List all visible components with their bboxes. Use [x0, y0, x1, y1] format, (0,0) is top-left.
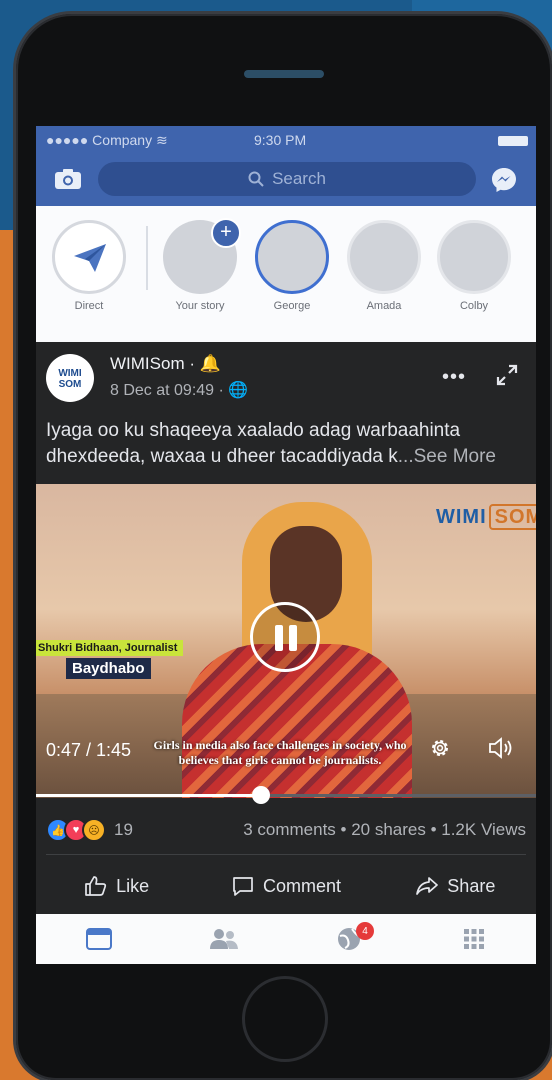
share-label: Share — [447, 875, 496, 896]
video-name-caption: Shukri Bidhaan, Journalist — [36, 640, 184, 656]
expand-icon[interactable] — [496, 364, 518, 386]
post-timestamp[interactable]: 8 Dec at 09:49 · 🌐 — [110, 380, 248, 400]
video-scrubber-handle[interactable] — [251, 786, 270, 804]
facebook-header: ●●●●● Company ≋ 9:30 PM Search — [36, 126, 536, 206]
story-label: Direct — [74, 300, 104, 312]
messenger-icon[interactable] — [490, 166, 518, 194]
comment-button[interactable]: Comment — [201, 860, 370, 912]
reactions-summary[interactable]: 👍 ♥ ☹ 19 — [46, 818, 133, 842]
search-input[interactable]: Search — [98, 162, 476, 196]
comment-label: Comment — [262, 875, 341, 896]
news-feed-icon — [85, 928, 112, 950]
story-label: George — [273, 300, 311, 312]
carrier-label: ●●●●● Company ≋ — [46, 132, 168, 148]
phone-speaker — [244, 70, 324, 78]
avatar[interactable]: WIMI SOM — [46, 354, 94, 402]
comment-icon — [233, 877, 253, 896]
paper-plane-icon — [74, 244, 106, 272]
story-amada[interactable]: Amada — [344, 220, 424, 312]
bottom-nav: 4 — [36, 914, 536, 964]
nav-menu[interactable] — [411, 914, 536, 964]
post-stats[interactable]: 3 comments • 20 shares • 1.2K Views — [243, 820, 526, 840]
sad-reaction-icon: ☹ — [82, 818, 106, 842]
phone-screen: ●●●●● Company ≋ 9:30 PM Search Direct + … — [36, 126, 536, 964]
story-your-story[interactable]: + Your story — [160, 218, 241, 312]
like-label: Like — [116, 875, 150, 896]
post-divider — [46, 854, 526, 855]
clock: 9:30 PM — [254, 132, 307, 148]
search-icon — [248, 171, 264, 187]
see-more-link[interactable]: ...See More — [398, 446, 496, 467]
nav-news-feed[interactable] — [36, 914, 161, 964]
thumbs-up-icon — [85, 876, 107, 896]
friends-icon — [209, 929, 238, 949]
video-subtitle: Girls in media also face challenges in s… — [153, 738, 407, 767]
volume-icon[interactable] — [488, 736, 514, 760]
video-post: WIMI SOM WIMISom · 🔔 8 Dec at 09:49 · 🌐 … — [36, 342, 536, 914]
gear-icon[interactable] — [428, 736, 452, 760]
story-colby[interactable]: Colby — [434, 220, 514, 312]
more-options-icon[interactable]: ••• — [442, 366, 466, 389]
battery-icon — [498, 136, 528, 146]
video-watermark-logo: WIMI SOM — [436, 504, 536, 530]
home-button[interactable] — [242, 976, 328, 1062]
status-bar: ●●●●● Company ≋ 9:30 PM — [36, 126, 536, 156]
stories-tray: Direct + Your story George Amada Colby — [36, 206, 536, 416]
story-label: Amada — [366, 300, 402, 312]
camera-icon[interactable] — [54, 168, 82, 190]
story-label: Colby — [459, 300, 489, 312]
search-placeholder: Search — [272, 169, 326, 188]
story-label: Your story — [175, 300, 225, 312]
nav-notifications[interactable]: 4 — [286, 914, 411, 964]
story-george[interactable]: George — [252, 220, 332, 312]
share-button[interactable]: Share — [371, 860, 536, 912]
video-time: 0:47 / 1:45 — [46, 740, 132, 760]
video-player[interactable]: WIMI SOM Shukri Bidhaan, Journalist Baydh… — [36, 484, 536, 798]
stories-divider — [146, 226, 148, 290]
reaction-count: 19 — [114, 820, 133, 839]
notification-badge: 4 — [356, 922, 374, 940]
like-button[interactable]: Like — [36, 860, 201, 912]
grid-menu-icon — [463, 929, 484, 949]
share-icon — [416, 877, 439, 895]
nav-friends[interactable] — [161, 914, 286, 964]
post-author[interactable]: WIMISom · 🔔 — [110, 354, 221, 374]
add-story-icon[interactable]: + — [211, 218, 241, 248]
avatar-logo: WIMI SOM — [58, 368, 82, 390]
video-place-caption: Baydhabo — [66, 658, 151, 679]
video-progress-fill — [36, 794, 261, 797]
post-text: Iyaga oo ku shaqeeya xaalado adag warbaa… — [46, 418, 526, 470]
pause-button[interactable] — [250, 602, 320, 672]
story-direct[interactable]: Direct — [49, 220, 129, 312]
post-actions: Like Comment Share — [36, 860, 536, 912]
